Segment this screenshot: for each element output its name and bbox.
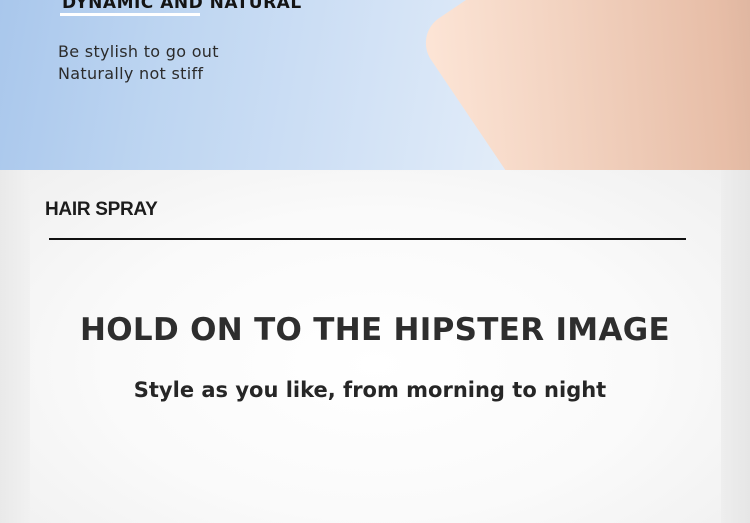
panel-subline: Style as you like, from morning to night	[133, 378, 607, 402]
panel-headline: HOLD ON TO THE HIPSTER IMAGE	[80, 312, 670, 348]
hero-tagline-2: Naturally not stiff	[58, 64, 204, 83]
hero-banner: DYNAMIC AND NATURAL Be stylish to go out…	[0, 0, 750, 170]
hero-heading: DYNAMIC AND NATURAL	[62, 0, 302, 13]
heading-highlight-bar	[60, 13, 200, 16]
model-arm-image	[414, 0, 750, 170]
product-category-label: HAIR SPRAY	[45, 199, 158, 220]
product-page: DYNAMIC AND NATURAL Be stylish to go out…	[0, 0, 750, 523]
section-divider	[49, 238, 686, 240]
hero-tagline-1: Be stylish to go out	[58, 42, 219, 61]
